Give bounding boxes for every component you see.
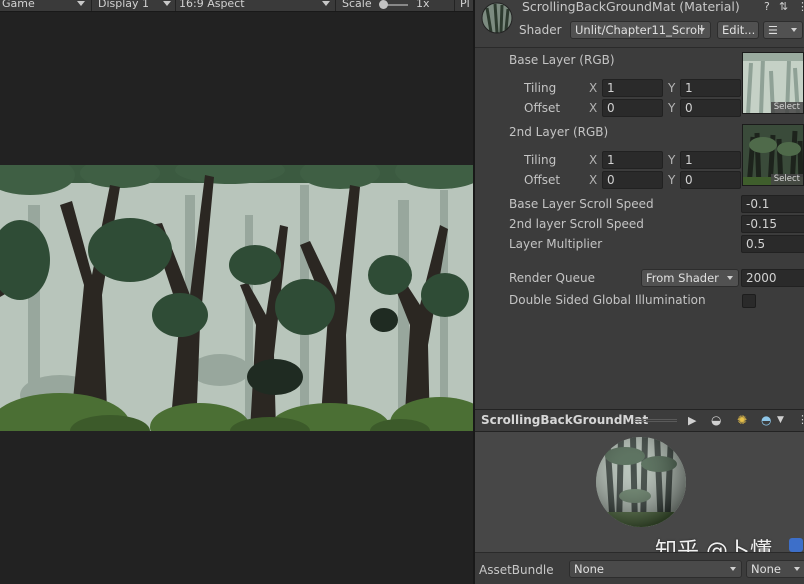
dsgi-checkbox[interactable] (742, 294, 756, 308)
preview-shape-icon[interactable]: ◒ (711, 413, 721, 427)
game-render-scrolling-forest (0, 165, 473, 431)
chevron-down-icon[interactable] (163, 1, 171, 6)
render-queue-label: Render Queue (509, 271, 595, 285)
material-title: ScrollingBackGroundMat (Material) (522, 0, 740, 14)
asset-bundle-bar: AssetBundle None None (475, 552, 804, 584)
second-texture-select-button[interactable]: Select (770, 174, 803, 185)
help-icon[interactable]: ? (764, 0, 770, 13)
layer-multiplier-label: Layer Multiplier (509, 237, 603, 251)
axis-x-label: X (589, 81, 598, 95)
asset-bundle-name-dropdown[interactable]: None (569, 560, 742, 578)
second-layer-texture-slot[interactable]: Select (742, 124, 804, 186)
shader-dropdown[interactable]: Unlit/Chapter11_Scroll (570, 21, 711, 39)
play-icon[interactable]: ▶ (688, 414, 696, 427)
second-offset-x-field[interactable]: 0 (602, 171, 663, 189)
second-tiling-x-field[interactable]: 1 (602, 151, 663, 169)
second-offset-label: Offset (524, 173, 561, 187)
inspector-panel: ScrollingBackGroundMat (Material) Shader… (473, 0, 804, 584)
scale-value: 1x (416, 0, 430, 10)
base-offset-x-field[interactable]: 0 (602, 99, 663, 117)
asset-bundle-label: AssetBundle (479, 563, 554, 577)
list-icon: ☰ (768, 24, 778, 37)
context-menu-icon[interactable]: ⋮ (797, 413, 804, 426)
chevron-down-icon (727, 276, 733, 280)
chevron-down-icon[interactable]: ▼ (777, 415, 784, 425)
axis-x-label: X (589, 173, 598, 187)
base-scroll-speed-field[interactable]: -0.1 (741, 195, 804, 213)
game-tab-select[interactable]: Game (2, 0, 35, 11)
render-queue-mode-value: From Shader (646, 271, 719, 285)
toolbar-divider (335, 0, 336, 11)
context-menu-icon[interactable]: ⋮ (797, 0, 804, 13)
shader-dropdown-value: Unlit/Chapter11_Scroll (575, 23, 704, 37)
scale-label: Scale (342, 0, 372, 10)
shader-label: Shader (519, 23, 562, 37)
layer-multiplier-field[interactable]: 0.5 (741, 235, 804, 253)
axis-y-label: Y (668, 173, 676, 187)
shader-edit-button[interactable]: Edit... (717, 21, 759, 39)
render-queue-mode-dropdown[interactable]: From Shader (641, 269, 739, 287)
second-scroll-speed-field[interactable]: -0.15 (741, 215, 804, 233)
toolbar-divider (175, 0, 176, 11)
material-preview-sphere (596, 437, 686, 527)
chevron-down-icon[interactable] (77, 1, 85, 6)
base-layer-texture-slot[interactable]: Select (742, 52, 804, 114)
chevron-down-icon[interactable] (322, 1, 330, 6)
preset-sliders-icon[interactable]: ⇅ (779, 0, 788, 13)
chevron-down-icon (699, 28, 705, 32)
base-tiling-x-field[interactable]: 1 (602, 79, 663, 97)
aspect-select[interactable]: 16:9 Aspect (179, 0, 245, 11)
material-preview-area[interactable]: 知乎 @卜懂 (475, 432, 804, 564)
preview-header: ScrollingBackGroundMat ▶ ◒ ✺ ◓ ▼ ⋮ (475, 409, 804, 432)
asset-bundle-variant-dropdown[interactable]: None (746, 560, 804, 578)
material-header: ScrollingBackGroundMat (Material) Shader… (475, 0, 804, 48)
second-offset-y-field[interactable]: 0 (680, 171, 741, 189)
material-thumbnail (481, 2, 513, 34)
asset-bundle-name-value: None (574, 562, 605, 576)
base-tiling-label: Tiling (524, 81, 557, 95)
base-scroll-speed-label: Base Layer Scroll Speed (509, 197, 654, 211)
axis-x-label: X (589, 101, 598, 115)
scale-slider-handle[interactable] (379, 0, 388, 9)
axis-y-label: Y (668, 153, 676, 167)
second-tiling-y-field[interactable]: 1 (680, 151, 741, 169)
display-select[interactable]: Display 1 (98, 0, 149, 11)
play-focused-toggle[interactable]: Pl (460, 0, 470, 11)
axis-y-label: Y (668, 81, 676, 95)
base-offset-label: Offset (524, 101, 561, 115)
shader-edit-label: Edit... (722, 23, 756, 37)
chevron-down-icon (791, 28, 797, 32)
toolbar-divider (454, 0, 455, 11)
light-icon[interactable]: ✺ (737, 413, 747, 427)
second-scroll-speed-label: 2nd layer Scroll Speed (509, 217, 644, 231)
chevron-down-icon (730, 567, 736, 571)
base-offset-y-field[interactable]: 0 (680, 99, 741, 117)
game-toolbar: Game Display 1 16:9 Aspect Scale 1x Pl (0, 0, 473, 12)
game-view-panel: Game Display 1 16:9 Aspect Scale 1x Pl (0, 0, 473, 584)
preview-resize-grip[interactable] (633, 419, 677, 422)
tag-icon (789, 538, 803, 552)
shader-list-button[interactable]: ☰ (763, 21, 803, 39)
toolbar-divider (91, 0, 92, 11)
chevron-down-icon (794, 567, 800, 571)
axis-y-label: Y (668, 101, 676, 115)
forest-scene-image (0, 165, 473, 431)
render-queue-field[interactable]: 2000 (741, 269, 804, 287)
base-layer-label: Base Layer (RGB) (509, 53, 615, 67)
second-tiling-label: Tiling (524, 153, 557, 167)
base-tiling-y-field[interactable]: 1 (680, 79, 741, 97)
dsgi-label: Double Sided Global Illumination (509, 293, 706, 307)
second-layer-label: 2nd Layer (RGB) (509, 125, 609, 139)
sphere-icon[interactable]: ◓ (761, 413, 771, 427)
asset-bundle-variant-value: None (751, 562, 782, 576)
base-texture-select-button[interactable]: Select (770, 102, 803, 113)
preview-title: ScrollingBackGroundMat (481, 413, 649, 427)
axis-x-label: X (589, 153, 598, 167)
